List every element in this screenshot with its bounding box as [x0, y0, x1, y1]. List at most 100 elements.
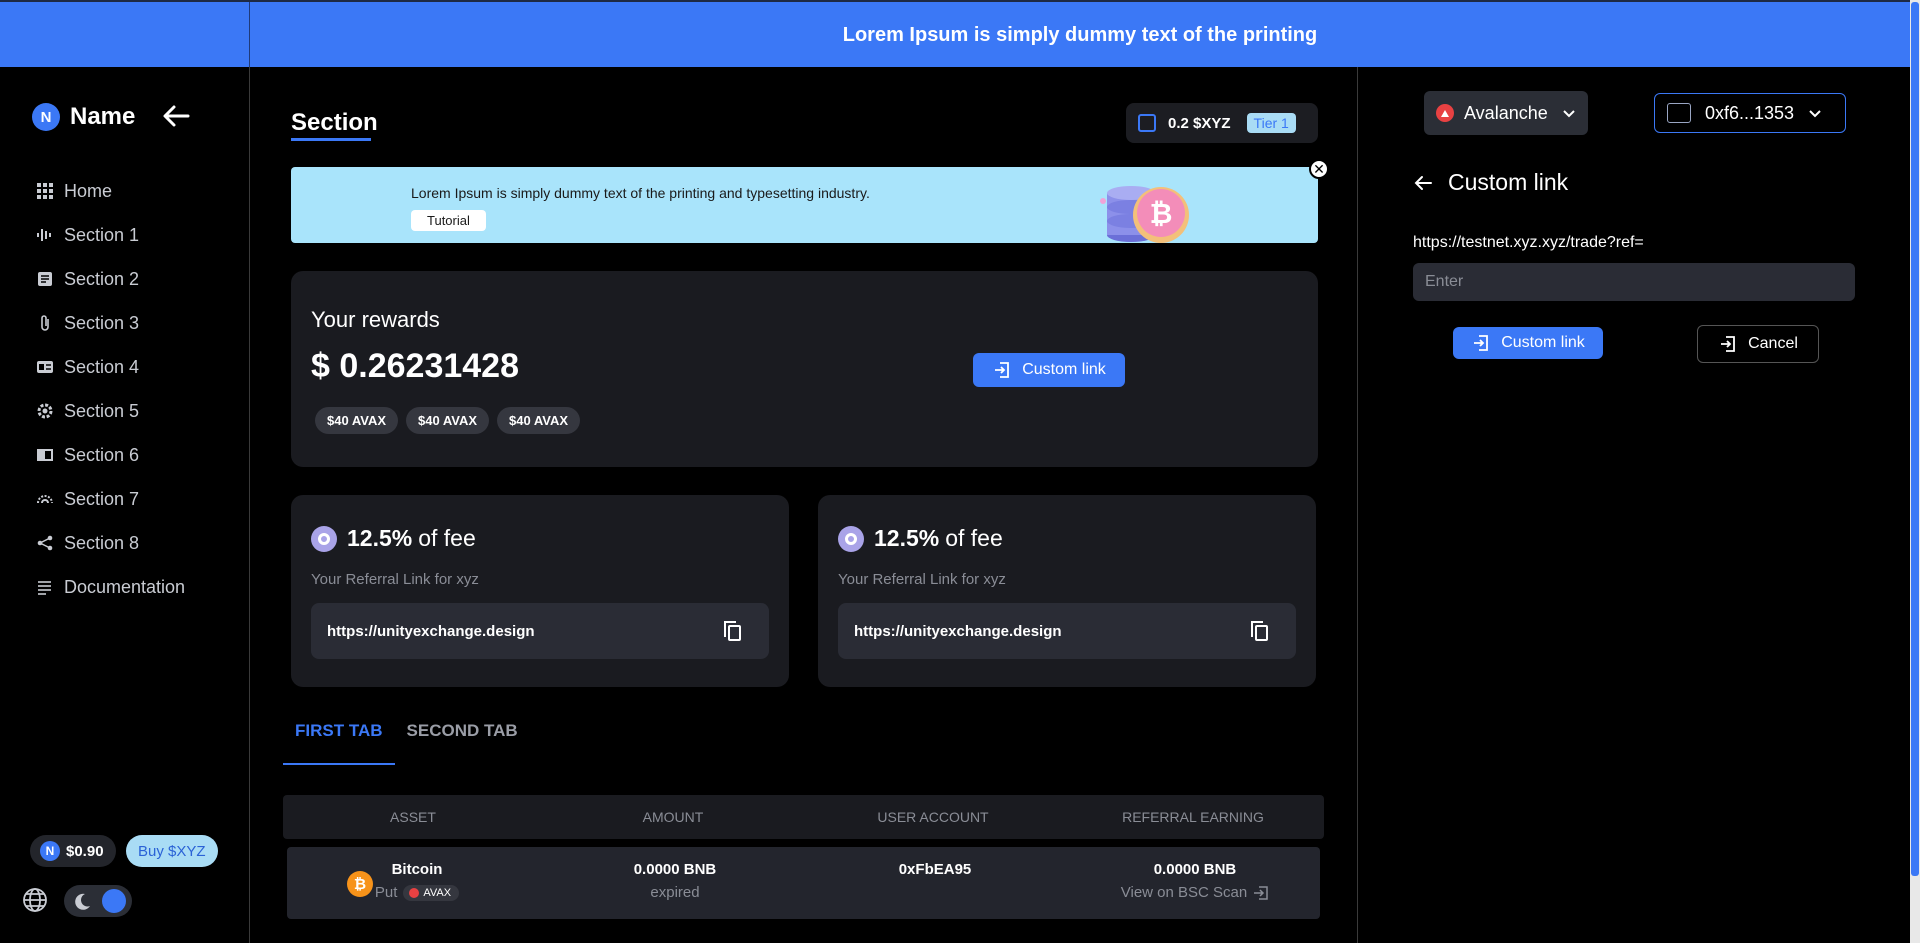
token-price: $0.90: [66, 842, 104, 860]
avalanche-icon: [409, 887, 420, 898]
reward-chip: $40 AVAX: [406, 407, 490, 434]
login-icon: [1721, 336, 1735, 352]
referral-link-box: https://unityexchange.design: [311, 603, 769, 659]
cell-amount: 0.0000 BNB expired: [545, 861, 805, 901]
column-header-referral-earning[interactable]: REFERRAL EARNING: [1063, 809, 1323, 825]
column-header-amount[interactable]: AMOUNT: [543, 809, 803, 825]
sidebar-item-documentation[interactable]: Documentation: [36, 565, 185, 609]
fee-suffix: of fee: [945, 525, 1003, 551]
promo-text: Lorem Ipsum is simply dummy text of the …: [411, 185, 870, 201]
referral-link: https://unityexchange.design: [854, 622, 1062, 640]
cancel-button[interactable]: Cancel: [1697, 325, 1819, 363]
brand-name: Name: [70, 103, 136, 130]
bsc-scan-link[interactable]: View on BSC Scan: [1065, 884, 1325, 901]
brand-avatar: N: [32, 103, 60, 131]
option-side: Put: [374, 884, 398, 901]
moon-icon: [75, 893, 90, 910]
table-row[interactable]: ₿ Bitcoin Put AVAX 0.0000 BNB expired 0x…: [287, 847, 1320, 919]
panel-header: Custom link: [1412, 169, 1568, 196]
user-account: 0xFbEA95: [898, 861, 972, 878]
back-arrow-icon[interactable]: [1412, 172, 1434, 194]
sidebar-item-section-7[interactable]: Section 7: [36, 477, 185, 521]
scrollbar-thumb[interactable]: [1911, 2, 1919, 876]
tier-checkbox[interactable]: [1138, 114, 1156, 132]
sidebar-item-section-4[interactable]: Section 4: [36, 345, 185, 389]
cell-asset: Bitcoin Put AVAX: [287, 861, 547, 901]
submit-custom-link-button[interactable]: Custom link: [1453, 327, 1603, 359]
earning-value: 0.0000 BNB: [1153, 861, 1237, 878]
grid-icon: [36, 182, 54, 200]
wallet-selector[interactable]: 0xf6...1353: [1654, 93, 1846, 133]
tab-first[interactable]: FIRST TAB: [283, 721, 395, 765]
toggle-knob: [102, 889, 126, 913]
fee-heading: 12.5% of fee: [838, 525, 1003, 552]
tier-badge: Tier 1: [1246, 113, 1296, 133]
fee-subtitle: Your Referral Link for xyz: [838, 571, 1006, 588]
tutorial-button[interactable]: Tutorial: [411, 210, 486, 231]
target-icon: [311, 525, 337, 552]
cell-referral-earning: 0.0000 BNB View on BSC Scan: [1065, 861, 1325, 901]
rewards-chips: $40 AVAX $40 AVAX $40 AVAX: [315, 407, 581, 434]
login-icon: [995, 362, 1010, 378]
cell-user-account: 0xFbEA95: [805, 861, 1065, 878]
token-avatar: N: [40, 841, 60, 861]
theme-toggle[interactable]: [64, 885, 132, 917]
globe-icon[interactable]: [22, 887, 48, 913]
sidebar-item-label: Section 7: [64, 488, 140, 509]
brand[interactable]: N Name: [32, 103, 135, 131]
referral-fee-card: 12.5% of fee Your Referral Link for xyz …: [818, 495, 1316, 687]
custom-link-panel: Avalanche 0xf6...1353 Custom link https:…: [1357, 67, 1910, 943]
rewards-card: Your rewards $ 0.26231428 $40 AVAX $40 A…: [291, 271, 1318, 467]
sidebar-item-home[interactable]: Home: [36, 169, 185, 213]
book-icon: [36, 446, 54, 464]
network-selector[interactable]: Avalanche: [1424, 91, 1588, 135]
external-link-icon: [1254, 885, 1268, 900]
sidebar-item-section-2[interactable]: Section 2: [36, 257, 185, 301]
custom-link-label: Custom link: [1022, 361, 1106, 378]
amount-value: 0.0000 BNB: [633, 861, 717, 878]
asset-meta: Put AVAX: [287, 884, 547, 901]
main-content: Section 0.2 $XYZ Tier 1 Lorem Ipsum is s…: [251, 67, 1356, 943]
fee-subtitle: Your Referral Link for xyz: [311, 571, 479, 588]
tier-amount: 0.2 $XYZ: [1168, 114, 1231, 132]
login-icon: [1474, 335, 1489, 351]
fee-heading: 12.5% of fee: [311, 525, 476, 552]
column-header-user-account[interactable]: USER ACCOUNT: [803, 809, 1063, 825]
share-icon: [36, 534, 54, 552]
waveform-icon: [36, 226, 54, 244]
close-icon[interactable]: ✕: [1309, 159, 1329, 179]
sidebar-nav: Home Section 1 Section 2 Section 3 Secti…: [36, 169, 185, 609]
promo-banner: Lorem Ipsum is simply dummy text of the …: [291, 167, 1318, 243]
collapse-arrow-icon[interactable]: [160, 101, 192, 131]
top-banner: Lorem Ipsum is simply dummy text of the …: [0, 0, 1910, 69]
table-header: ASSET AMOUNT USER ACCOUNT REFERRAL EARNI…: [283, 795, 1324, 839]
column-header-asset[interactable]: ASSET: [283, 809, 543, 825]
sidebar-item-section-1[interactable]: Section 1: [36, 213, 185, 257]
ref-code-input[interactable]: [1413, 263, 1855, 301]
sidebar-item-section-3[interactable]: Section 3: [36, 301, 185, 345]
fee-percent: 12.5%: [874, 525, 940, 551]
tier-widget[interactable]: 0.2 $XYZ Tier 1: [1126, 103, 1318, 143]
copy-icon[interactable]: [721, 619, 743, 643]
token-price-pill: N $0.90: [30, 835, 116, 867]
sidebar-item-section-6[interactable]: Section 6: [36, 433, 185, 477]
copy-icon[interactable]: [1248, 619, 1270, 643]
tab-second[interactable]: SECOND TAB: [395, 721, 530, 765]
buy-token-button[interactable]: Buy $XYZ: [126, 835, 218, 867]
rainbow-icon: [36, 490, 54, 508]
sidebar-item-section-5[interactable]: Section 5: [36, 389, 185, 433]
wallet-icon: [1667, 103, 1691, 123]
fee-suffix: of fee: [418, 525, 476, 551]
referral-fee-card: 12.5% of fee Your Referral Link for xyz …: [291, 495, 789, 687]
sidebar-item-section-8[interactable]: Section 8: [36, 521, 185, 565]
sidebar-item-label: Section 8: [64, 532, 140, 553]
chevron-down-icon: [1563, 110, 1575, 118]
url-prefix: https://testnet.xyz.xyz/trade?ref=: [1413, 234, 1644, 251]
reward-chip: $40 AVAX: [315, 407, 399, 434]
bitcoin-coins-illustration: ₿: [1100, 186, 1189, 243]
chain-label: AVAX: [423, 886, 452, 899]
avalanche-icon: [1436, 104, 1454, 122]
sidebar-item-label: Section 1: [64, 224, 140, 245]
rewards-title: Your rewards: [311, 307, 440, 332]
custom-link-button[interactable]: Custom link: [973, 353, 1125, 387]
